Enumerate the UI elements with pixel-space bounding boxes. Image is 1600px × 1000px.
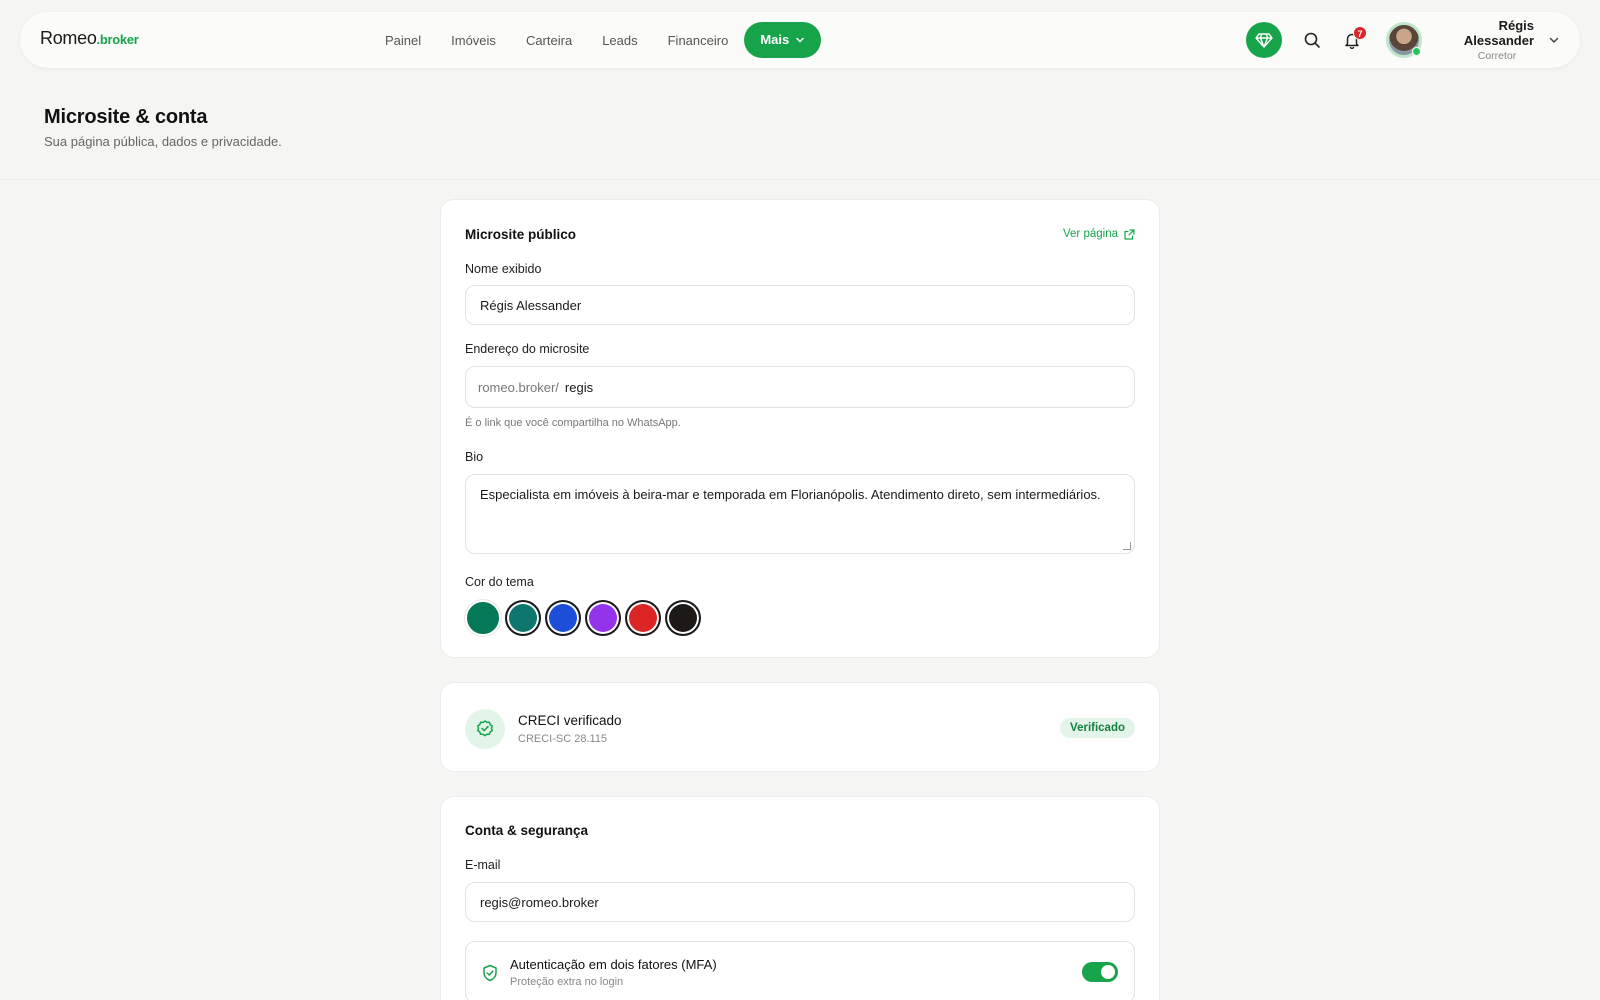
address-prefix: romeo.broker/ [478,379,559,395]
verified-badge: Verificado [1060,718,1135,738]
search-icon [1303,31,1321,49]
display-name-value: Régis Alessander [480,297,582,313]
user-role: Corretor [1477,50,1517,62]
address-hint: É o link que você compartilha no WhatsAp… [465,417,681,429]
nav-item-painel[interactable]: Painel [385,33,421,48]
chevron-down-icon [795,35,805,45]
theme-swatch[interactable] [625,600,661,636]
nav-item-imoveis[interactable]: Imóveis [451,33,496,48]
theme-color-picker [465,600,705,636]
mfa-setting-row: Autenticação em dois fatores (MFA) Prote… [465,941,1135,1000]
user-menu[interactable]: Régis Alessander Corretor [1430,18,1534,62]
display-name-label: Nome exibido [465,262,542,276]
address-value: regis [564,379,594,395]
online-status-dot [1412,47,1421,56]
toolbar-right: 7 Régis Alessander Corretor [1246,18,1560,62]
theme-swatch[interactable] [465,600,501,636]
microsite-card-title: Microsite público [465,227,577,242]
user-name: Régis Alessander [1463,18,1534,48]
nav-more-button[interactable]: Mais [744,22,822,58]
microsite-card: Microsite público Ver página Nome exibid… [440,199,1160,658]
bio-value: Especialista em imóveis à beira-mar e te… [480,487,1101,502]
resize-handle[interactable] [1123,542,1131,550]
theme-swatch[interactable] [545,600,581,636]
page-header: Microsite & conta Sua página pública, da… [0,70,1600,180]
view-page-link[interactable]: Ver página [1063,228,1135,240]
mfa-toggle[interactable] [1082,962,1118,982]
display-name-input[interactable]: Régis Alessander [465,285,1135,325]
view-page-label: Ver página [1063,228,1118,240]
top-navbar: Romeo.broker Painel Imóveis Carteira Lea… [20,12,1580,68]
nav-item-leads[interactable]: Leads [602,33,637,48]
premium-button[interactable] [1246,22,1282,58]
email-field[interactable]: regis@romeo.broker [465,882,1135,922]
mfa-title: Autenticação em dois fatores (MFA) [510,957,717,972]
notifications-button[interactable]: 7 [1336,24,1368,56]
brand-logo[interactable]: Romeo.broker [40,28,139,49]
avatar[interactable] [1386,22,1422,58]
theme-swatch[interactable] [585,600,621,636]
brand-name: Romeo [40,28,97,48]
account-card-title: Conta & segurança [465,823,589,838]
creci-number: CRECI-SC 28.115 [518,733,608,745]
email-value: regis@romeo.broker [480,894,599,910]
gem-icon [1255,31,1273,49]
external-link-icon [1118,228,1135,240]
verified-check-icon [465,709,505,749]
toggle-knob [1101,965,1115,979]
main-nav: Painel Imóveis Carteira Leads Financeiro… [385,22,851,58]
brand-suffix: .broker [96,32,139,47]
theme-color-label: Cor do tema [465,575,534,589]
nav-more-label: Mais [760,32,790,47]
creci-card: CRECI verificado CRECI-SC 28.115 Verific… [440,682,1160,772]
page-subtitle: Sua página pública, dados e privacidade. [44,134,282,149]
microsite-address-label: Endereço do microsite [465,342,590,356]
nav-item-financeiro[interactable]: Financeiro [668,33,729,48]
chevron-down-icon[interactable] [1548,34,1560,46]
creci-title: CRECI verificado [518,713,622,728]
mfa-subtitle: Proteção extra no login [510,976,624,988]
nav-item-carteira[interactable]: Carteira [526,33,572,48]
shield-check-icon [482,964,498,982]
bio-label: Bio [465,450,484,464]
email-label: E-mail [465,858,501,872]
account-security-card: Conta & segurança E-mail regis@romeo.bro… [440,796,1160,1000]
theme-swatch[interactable] [505,600,541,636]
theme-swatch[interactable] [665,600,701,636]
page-title: Microsite & conta [44,106,208,128]
microsite-address-input[interactable]: romeo.broker/ regis [465,366,1135,408]
notification-badge: 7 [1353,26,1367,40]
search-button[interactable] [1296,24,1328,56]
bio-textarea[interactable]: Especialista em imóveis à beira-mar e te… [465,474,1135,554]
